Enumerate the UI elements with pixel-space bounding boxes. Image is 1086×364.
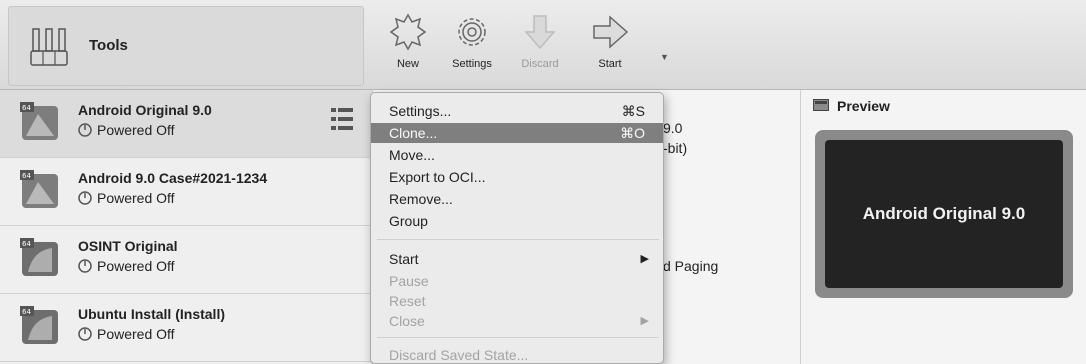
preview-screen: Android Original 9.0 <box>825 140 1063 288</box>
menu-item-label: Start <box>389 251 419 267</box>
vm-name: Android 9.0 Case#2021-1234 <box>78 170 268 186</box>
detail-os-version: 9.0 <box>663 120 683 136</box>
menu-item-remove[interactable]: Remove... <box>371 189 663 209</box>
menu-item-label: Close <box>389 313 425 329</box>
android-vm-icon: 64 <box>20 170 58 208</box>
toolbar: Tools New Settings Discard Start ▼ <box>0 0 1086 90</box>
vm-state: Powered Off <box>78 190 175 206</box>
vm-name: Ubuntu Install (Install) <box>78 306 225 322</box>
vm-name: OSINT Original <box>78 238 178 254</box>
vm-context-menu: Settings... ⌘S Clone... ⌘O Move... Expor… <box>370 92 664 364</box>
start-arrow-icon <box>593 15 629 49</box>
menu-item-label: Pause <box>389 273 429 289</box>
preview-pane: Preview Android Original 9.0 <box>800 90 1086 364</box>
vm-state-label: Powered Off <box>97 122 175 138</box>
detail-acceleration: d Paging <box>663 258 719 274</box>
new-button-label: New <box>396 58 419 70</box>
vm-menu-icon[interactable] <box>330 105 354 135</box>
preview-frame: Android Original 9.0 <box>815 130 1073 298</box>
start-dropdown-icon[interactable]: ▼ <box>660 52 669 62</box>
start-button-label: Start <box>598 58 622 70</box>
vm-state: Powered Off <box>78 122 175 138</box>
vm-list-item[interactable]: 64 Ubuntu Install (Install) Powered Off <box>0 294 372 362</box>
menu-shortcut: ⌘S <box>621 103 645 119</box>
menu-item-label: Discard Saved State... <box>389 347 529 363</box>
vm-list-item[interactable]: 64 Android Original 9.0 Powered Off <box>0 90 372 158</box>
power-off-icon <box>78 191 92 205</box>
power-off-icon <box>78 123 92 137</box>
discard-arrow-icon <box>524 15 556 50</box>
preview-title: Preview <box>837 98 890 114</box>
monitor-icon <box>813 99 829 111</box>
settings-button-label: Settings <box>452 58 492 70</box>
menu-shortcut: ⌘O <box>620 125 645 141</box>
menu-item-label: Move... <box>389 147 435 163</box>
menu-item-discard-state[interactable]: Discard Saved State... <box>371 345 663 364</box>
detail-os-bits: -bit) <box>663 140 688 156</box>
menu-item-label: Reset <box>389 293 426 309</box>
svg-text:64: 64 <box>22 104 31 112</box>
menu-separator <box>377 337 659 338</box>
preview-header: Preview <box>813 98 890 114</box>
svg-text:64: 64 <box>22 240 31 248</box>
menu-item-clone[interactable]: Clone... ⌘O <box>371 123 663 143</box>
preview-screen-text: Android Original 9.0 <box>862 204 1026 223</box>
menu-item-label: Export to OCI... <box>389 169 486 185</box>
menu-item-export[interactable]: Export to OCI... <box>371 167 663 187</box>
discard-button-label: Discard <box>521 58 559 70</box>
vm-state-label: Powered Off <box>97 326 175 342</box>
vm-name: Android Original 9.0 <box>78 102 212 118</box>
menu-item-reset[interactable]: Reset <box>371 291 663 311</box>
vm-state: Powered Off <box>78 326 175 342</box>
menu-item-settings[interactable]: Settings... ⌘S <box>371 101 663 121</box>
vm-list-item[interactable]: 64 Android 9.0 Case#2021-1234 Powered Of… <box>0 158 372 226</box>
new-button[interactable]: New <box>378 12 438 82</box>
menu-item-pause[interactable]: Pause <box>371 271 663 291</box>
svg-text:64: 64 <box>22 308 31 316</box>
new-icon <box>389 13 427 51</box>
settings-button[interactable]: Settings <box>442 12 502 82</box>
discard-button[interactable]: Discard <box>510 12 570 82</box>
menu-item-group[interactable]: Group <box>371 211 663 231</box>
gear-icon <box>458 18 486 46</box>
tools-icon <box>30 28 68 66</box>
menu-item-label: Clone... <box>389 125 438 141</box>
menu-separator <box>377 239 659 240</box>
menu-item-label: Group <box>389 213 428 229</box>
menu-item-label: Settings... <box>389 103 452 119</box>
linux-vm-icon: 64 <box>20 238 58 276</box>
vm-list-item[interactable]: 64 OSINT Original Powered Off <box>0 226 372 294</box>
power-off-icon <box>78 259 92 273</box>
tools-entry[interactable]: Tools <box>8 6 364 86</box>
vm-state: Powered Off <box>78 258 175 274</box>
vm-state-label: Powered Off <box>97 190 175 206</box>
power-off-icon <box>78 327 92 341</box>
menu-item-label: Remove... <box>389 191 453 207</box>
start-button[interactable]: Start <box>580 12 640 82</box>
vm-list: 64 Android Original 9.0 Powered Off 64 A… <box>0 90 372 364</box>
android-vm-icon: 64 <box>20 102 58 140</box>
menu-item-close[interactable]: Close ▶ <box>371 311 663 331</box>
ubuntu-vm-icon: 64 <box>20 306 58 344</box>
submenu-arrow-icon: ▶ <box>640 253 649 265</box>
tools-label: Tools <box>89 37 128 54</box>
menu-item-move[interactable]: Move... <box>371 145 663 165</box>
vm-state-label: Powered Off <box>97 258 175 274</box>
submenu-arrow-icon: ▶ <box>640 315 649 327</box>
svg-text:64: 64 <box>22 172 31 180</box>
menu-item-start[interactable]: Start ▶ <box>371 249 663 269</box>
